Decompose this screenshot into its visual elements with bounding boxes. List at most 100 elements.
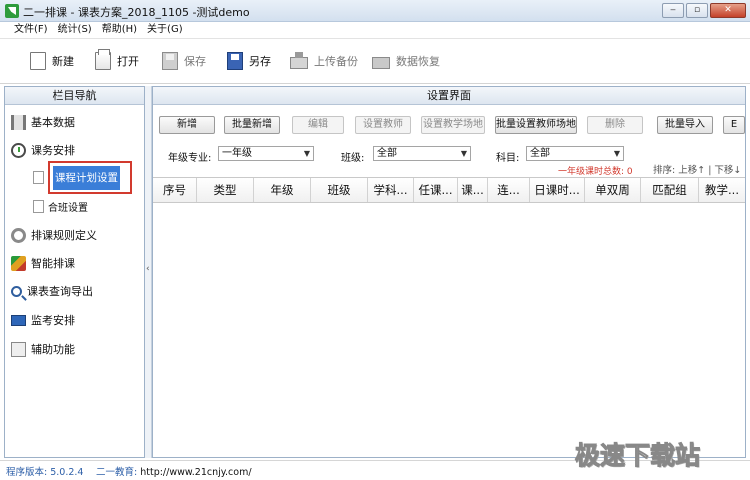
basic-data-icon bbox=[11, 114, 26, 130]
title-bar: 二一排课 - 课表方案_2018_1105 -测试demo ‒ ▫ ✕ bbox=[0, 0, 750, 22]
nav-item-label: 监考安排 bbox=[31, 314, 75, 327]
open-folder-icon bbox=[95, 49, 111, 70]
edit-button[interactable]: 编辑 bbox=[292, 116, 344, 134]
column-header[interactable]: 序号 bbox=[153, 178, 197, 202]
open-label: 打开 bbox=[117, 55, 139, 68]
gear-icon bbox=[11, 227, 26, 243]
search-icon bbox=[11, 285, 22, 297]
batch-add-button[interactable]: 批量新增 bbox=[224, 116, 280, 134]
column-header[interactable]: 教学... bbox=[699, 178, 745, 202]
toolbar: 新建 打开 保存 另存 上传备份 数据恢复 bbox=[0, 40, 750, 84]
restore-icon bbox=[372, 57, 390, 69]
grade-label: 年级专业: bbox=[168, 153, 212, 164]
column-header[interactable]: 匹配组 bbox=[641, 178, 699, 202]
nav-item-query-export[interactable]: 课表查询导出 bbox=[11, 283, 93, 299]
window-controls: ‒ ▫ ✕ bbox=[662, 3, 746, 18]
maximize-button[interactable]: ▫ bbox=[686, 3, 708, 18]
column-header[interactable]: 年级 bbox=[254, 178, 311, 202]
collapse-arrow-icon[interactable]: ‹ bbox=[146, 264, 150, 274]
column-header[interactable]: 课... bbox=[458, 178, 488, 202]
subject-label: 科目: bbox=[496, 153, 520, 164]
chevron-down-icon: ▼ bbox=[613, 149, 620, 158]
sort-controls[interactable]: 排序: 上移↑ | 下移↓ bbox=[653, 162, 741, 176]
new-label: 新建 bbox=[52, 55, 74, 68]
save-button[interactable]: 保存 bbox=[162, 51, 206, 71]
nav-item-label: 排课规则定义 bbox=[31, 229, 97, 242]
close-button[interactable]: ✕ bbox=[710, 3, 746, 18]
saveas-label: 另存 bbox=[249, 55, 271, 68]
nav-item-auxiliary[interactable]: 辅助功能 bbox=[11, 341, 75, 357]
edu-url[interactable]: http://www.21cnjy.com/ bbox=[140, 467, 251, 478]
class-label: 班级: bbox=[341, 153, 365, 164]
saveas-button[interactable]: 另存 bbox=[227, 51, 271, 71]
set-teacher-button[interactable]: 设置教师 bbox=[355, 116, 411, 134]
nav-item-rules[interactable]: 排课规则定义 bbox=[11, 227, 97, 243]
minimize-button[interactable]: ‒ bbox=[662, 3, 684, 18]
sub-item-label: 合班设置 bbox=[48, 203, 88, 214]
column-header[interactable]: 单双周 bbox=[585, 178, 641, 202]
page-icon bbox=[33, 171, 44, 184]
edu-link[interactable]: 二一教育: http://www.21cnjy.com/ bbox=[96, 464, 252, 478]
export-button[interactable]: E bbox=[723, 116, 745, 134]
open-button[interactable]: 打开 bbox=[95, 49, 139, 71]
nav-item-label: 课表查询导出 bbox=[27, 285, 93, 298]
class-select[interactable]: 全部 ▼ bbox=[373, 146, 471, 161]
restore-data-button[interactable]: 数据恢复 bbox=[372, 51, 440, 71]
new-file-icon bbox=[30, 52, 46, 70]
column-header[interactable]: 学科... bbox=[368, 178, 414, 202]
column-header[interactable]: 连... bbox=[488, 178, 530, 202]
table-header: 序号 类型 年级 班级 学科... 任课... 课... 连... 日课时...… bbox=[153, 177, 745, 203]
site-watermark: 极速下载站 bbox=[574, 441, 701, 471]
menu-about[interactable]: 关于(G) bbox=[147, 22, 183, 38]
settings-title: 设置界面 bbox=[153, 87, 745, 105]
set-venue-button[interactable]: 设置教学场地 bbox=[421, 116, 485, 134]
column-header[interactable]: 任课... bbox=[414, 178, 458, 202]
clock-icon bbox=[11, 142, 26, 158]
nav-item-label: 课务安排 bbox=[31, 144, 75, 157]
app-logo-icon bbox=[5, 4, 19, 18]
total-hours-label: 一年级课时总数: 0 bbox=[558, 167, 633, 177]
nav-item-exam-proctor[interactable]: 监考安排 bbox=[11, 312, 75, 328]
upload-backup-button[interactable]: 上传备份 bbox=[290, 51, 358, 71]
sub-item-icon-slot bbox=[33, 171, 44, 184]
delete-button[interactable]: 删除 bbox=[587, 116, 643, 134]
subject-value: 全部 bbox=[530, 148, 550, 159]
edu-label: 二一教育: bbox=[96, 467, 138, 478]
nav-item-basic-data[interactable]: 基本数据 bbox=[11, 114, 75, 130]
column-header[interactable]: 班级 bbox=[311, 178, 368, 202]
save-disk-icon bbox=[162, 52, 178, 70]
nav-item-smart-schedule[interactable]: 智能排课 bbox=[11, 255, 75, 271]
navigation-title: 栏目导航 bbox=[5, 87, 144, 105]
smart-schedule-icon bbox=[11, 255, 26, 271]
menu-stats[interactable]: 统计(S) bbox=[58, 22, 92, 38]
grade-value: 一年级 bbox=[222, 148, 252, 159]
batch-set-teacher-venue-button[interactable]: 批量设置教师场地 bbox=[495, 116, 577, 134]
menu-help[interactable]: 帮助(H) bbox=[102, 22, 137, 38]
menu-file[interactable]: 文件(F) bbox=[14, 22, 48, 38]
column-header[interactable]: 类型 bbox=[197, 178, 254, 202]
sub-item-merge-class[interactable]: 合班设置 bbox=[33, 199, 88, 214]
column-header[interactable]: 日课时... bbox=[530, 178, 585, 202]
window-title: 二一排课 - 课表方案_2018_1105 -测试demo bbox=[23, 6, 250, 19]
add-button[interactable]: 新增 bbox=[159, 116, 215, 134]
sub-item-course-plan[interactable]: 课程计划设置 bbox=[53, 166, 120, 190]
version-text: 程序版本: 5.0.2.4 bbox=[6, 467, 84, 478]
nav-item-label: 智能排课 bbox=[31, 257, 75, 270]
nav-item-label: 基本数据 bbox=[31, 116, 75, 129]
batch-import-button[interactable]: 批量导入 bbox=[657, 116, 713, 134]
monitor-icon bbox=[11, 314, 26, 326]
book-icon bbox=[11, 341, 26, 357]
subject-select[interactable]: 全部 ▼ bbox=[526, 146, 624, 161]
menu-bar: 文件(F) 统计(S) 帮助(H) 关于(G) bbox=[0, 22, 750, 39]
new-button[interactable]: 新建 bbox=[30, 51, 74, 71]
save-label: 保存 bbox=[184, 55, 206, 68]
panel-splitter[interactable]: ‹ bbox=[145, 86, 152, 458]
navigation-panel: 栏目导航 基本数据 课务安排 课程计划设置 合班设置 排课规则定义 智能排课 课… bbox=[4, 86, 145, 458]
settings-panel: 设置界面 新增 批量新增 编辑 设置教师 设置教学场地 批量设置教师场地 删除 … bbox=[152, 86, 746, 458]
chevron-down-icon: ▼ bbox=[460, 149, 467, 158]
restore-label: 数据恢复 bbox=[396, 55, 440, 68]
grade-select[interactable]: 一年级 ▼ bbox=[218, 146, 314, 161]
nav-item-course-affairs[interactable]: 课务安排 bbox=[11, 142, 75, 158]
upload-label: 上传备份 bbox=[314, 55, 358, 68]
upload-icon bbox=[290, 52, 308, 69]
